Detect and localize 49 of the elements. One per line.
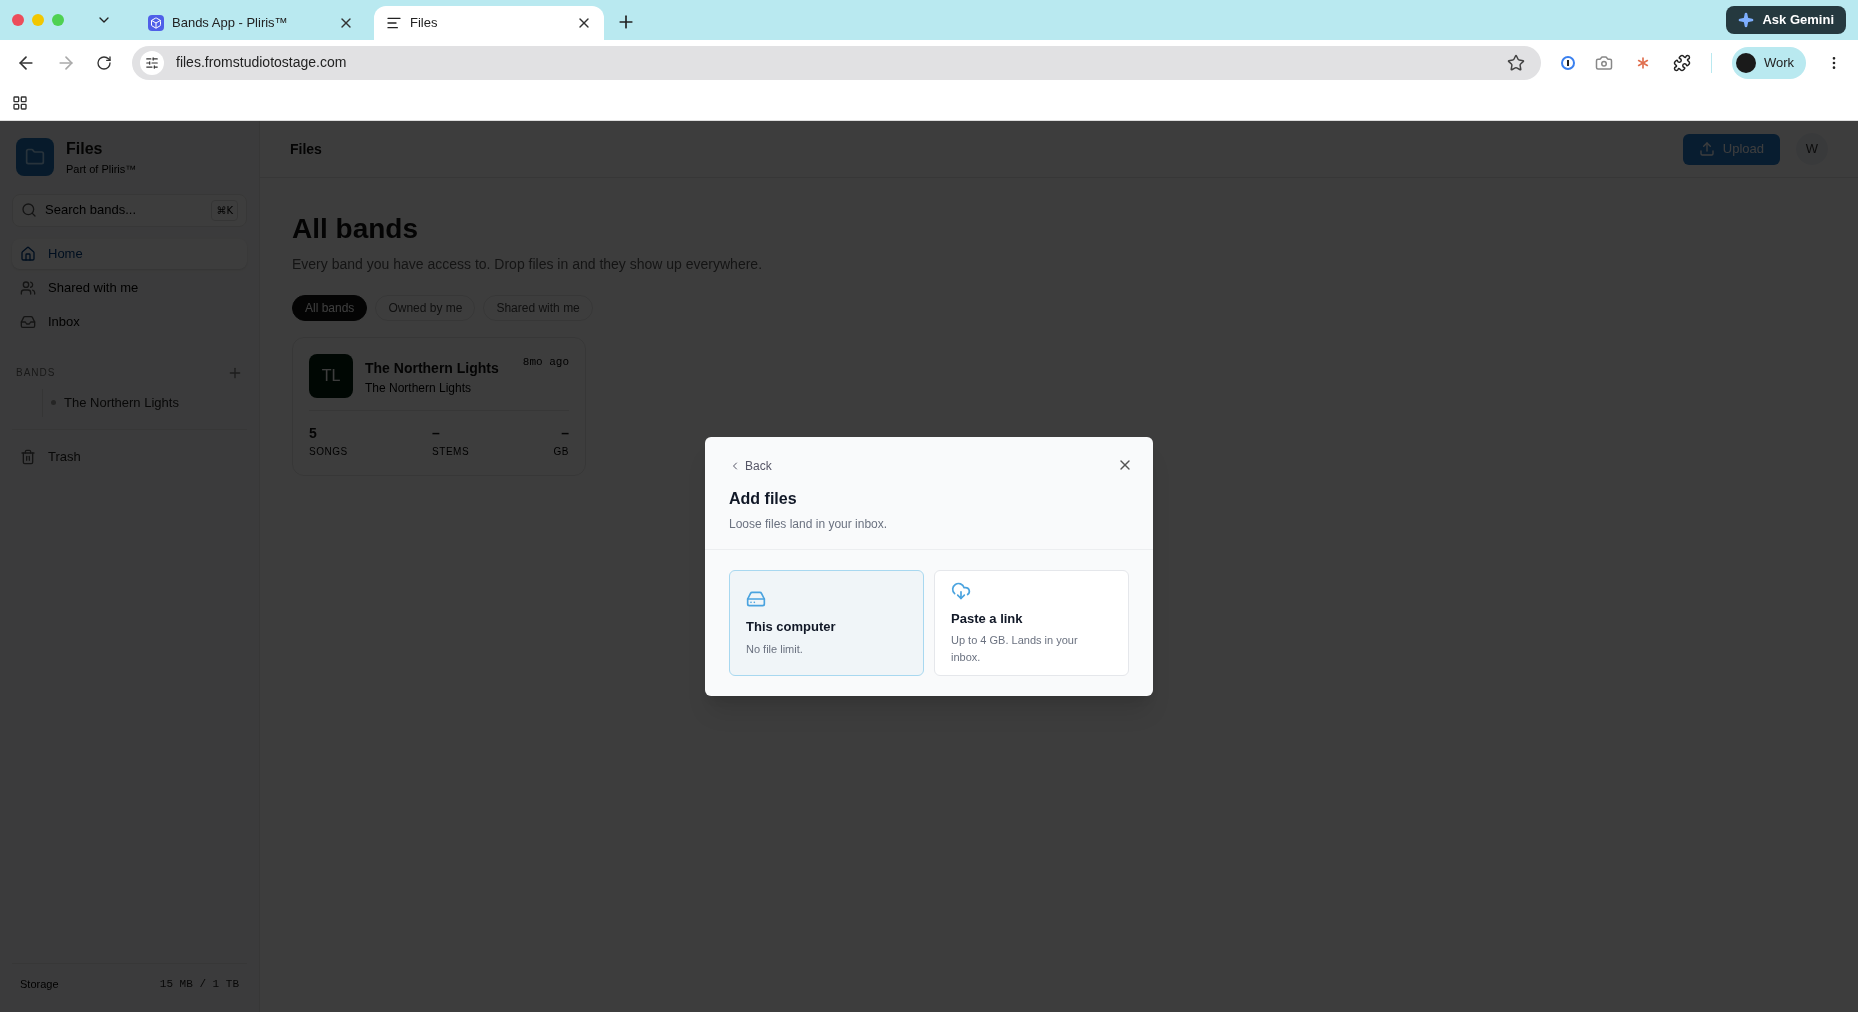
option-description: No file limit. [746,641,804,657]
band-time: 8mo ago [522,355,569,370]
storage-label: Storage [20,976,59,992]
option-title: Paste a link [951,609,1024,628]
camera-icon[interactable] [1594,53,1613,72]
dialog-subtitle: Loose files land in your inbox. [729,516,889,533]
app-icon [148,15,164,31]
sidebar-item-label: Home [48,244,83,263]
back-link[interactable]: Back [729,457,772,475]
stat-label: STEMS [432,445,470,459]
tab-title: Bands App - Pliris™ [172,14,289,33]
page-heading: All bands [292,212,419,246]
stat-value: 5 [309,424,317,443]
dialog-title: Add files [729,489,798,509]
tab-title: Files [410,14,439,33]
cloud-download-icon [951,580,971,601]
apps-grid-icon[interactable] [12,94,28,111]
sidebar-item-label: Shared with me [48,278,139,297]
app-name: Files [66,139,104,159]
band-subtitle: The Northern Lights [365,380,473,397]
stat-label: SONGS [309,445,348,459]
search-field[interactable]: Search bands... [45,200,204,220]
source-option[interactable]: Paste a link Up to 4 GB. Lands in your inbox. [934,570,1129,676]
app-subtitle: Part of Pliris™ [66,162,137,177]
bookmark-star-icon[interactable] [1506,53,1525,72]
ask-gemini-button[interactable]: Ask Gemini [1726,6,1846,34]
lines-icon [386,15,402,31]
browser-tab[interactable]: Files [374,6,604,40]
extensions-icon[interactable] [1672,53,1691,72]
option-title: This computer [746,618,837,636]
avatar-icon [1735,52,1756,73]
stat-label: GB [553,445,569,459]
browser-tab[interactable]: Bands App - Pliris™ [136,6,366,40]
url-text: files.fromstudiotostage.com [176,53,348,72]
profile-button[interactable]: Work [1731,46,1806,79]
reload-icon[interactable] [96,54,112,71]
site-settings-icon[interactable] [145,55,159,70]
option-description: Up to 4 GB. Lands in your inbox. [951,633,1079,665]
stat-value: – [561,424,569,443]
sparkle-icon [1738,12,1755,28]
sidebar-item-label: Inbox [48,312,80,331]
password-manager-icon[interactable] [1560,55,1575,70]
page-title: Files [290,139,323,159]
source-option[interactable]: This computer No file limit. [729,570,924,676]
band-name: The Northern Lights [365,359,500,378]
address-bar[interactable]: files.fromstudiotostage.com [132,45,1541,80]
stat-value: – [432,424,440,443]
drive-icon [746,589,766,609]
close-window-button[interactable] [12,14,24,26]
